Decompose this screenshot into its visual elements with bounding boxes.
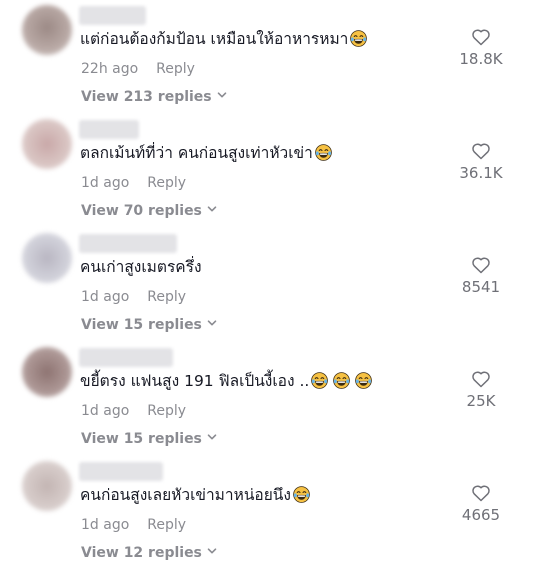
- grinning-tears-emoji: [311, 372, 329, 389]
- grinning-tears-emoji: [350, 30, 368, 47]
- chevron-down-icon: [207, 434, 217, 440]
- comment-text-label: คนก่อนสูงเลยหัวเข่ามาหน่อยนึง: [80, 486, 291, 504]
- chevron-down-icon: [217, 92, 226, 98]
- comment-text-label: คนเก่าสูงเมตรครึ่ง: [80, 258, 202, 276]
- view-replies-label: View 12 replies: [81, 545, 202, 561]
- reply-button[interactable]: Reply: [147, 403, 186, 419]
- like-count: 4665: [461, 506, 501, 524]
- reply-button[interactable]: Reply: [147, 517, 186, 533]
- comment-meta: 1d ago Reply: [81, 174, 186, 192]
- grinning-tears-emoji: [315, 144, 332, 161]
- comment-time: 22h ago: [81, 61, 139, 77]
- comment-item: คนก่อนสูงเลยหัวเข่ามาหน่อยนึง 1d ago Repl…: [0, 456, 533, 570]
- comment-time: 1d ago: [81, 289, 130, 305]
- reply-button[interactable]: Reply: [147, 289, 186, 305]
- comment-time: 1d ago: [81, 175, 130, 191]
- comment-text: คนก่อนสูงเลยหัวเข่ามาหน่อยนึง: [80, 485, 310, 505]
- grinning-tears-emoji: [333, 372, 351, 389]
- username[interactable]: [79, 348, 173, 367]
- like-area: 8541: [451, 256, 511, 296]
- comment-time: 1d ago: [81, 517, 130, 533]
- avatar[interactable]: [22, 5, 72, 55]
- comment-meta: 1d ago Reply: [81, 288, 186, 306]
- grinning-tears-emoji: [355, 372, 373, 389]
- view-replies-button[interactable]: View 12 replies: [81, 544, 217, 562]
- view-replies-button[interactable]: View 15 replies: [81, 316, 217, 334]
- comment-text-label: แต่ก่อนต้องก้มป้อน เหมือนให้อาหารหมา: [80, 30, 349, 48]
- comment-text: ตลกเม้นท์ที่ว่า คนก่อนสูงเท่าหัวเข่า: [80, 143, 332, 163]
- chevron-down-icon: [207, 548, 217, 554]
- avatar[interactable]: [22, 461, 72, 511]
- comment-meta: 1d ago Reply: [81, 516, 186, 534]
- comment-text: ขยี้ตรง แฟนสูง 191 ฟิลเป็นงี้เอง ..: [80, 371, 373, 391]
- view-replies-label: View 70 replies: [81, 203, 202, 219]
- chevron-down-icon: [207, 320, 217, 326]
- reply-button[interactable]: Reply: [156, 61, 195, 77]
- like-area: 4665: [451, 484, 511, 524]
- username[interactable]: [79, 234, 177, 253]
- like-count: 25K: [466, 392, 496, 410]
- username[interactable]: [79, 120, 139, 139]
- comment-item: ขยี้ตรง แฟนสูง 191 ฟิลเป็นงี้เอง .. 1d a…: [0, 342, 533, 456]
- view-replies-button[interactable]: View 213 replies: [81, 88, 227, 106]
- username[interactable]: [79, 6, 146, 25]
- like-area: 25K: [451, 370, 511, 410]
- comment-time: 1d ago: [81, 403, 130, 419]
- heart-icon[interactable]: [471, 370, 491, 388]
- grinning-tears-emoji: [293, 486, 310, 503]
- heart-icon[interactable]: [471, 142, 491, 160]
- heart-icon[interactable]: [471, 256, 491, 274]
- view-replies-label: View 15 replies: [81, 317, 202, 333]
- avatar[interactable]: [22, 233, 72, 283]
- view-replies-label: View 15 replies: [81, 431, 202, 447]
- comment-meta: 1d ago Reply: [81, 402, 186, 420]
- heart-icon[interactable]: [471, 28, 491, 46]
- avatar[interactable]: [22, 119, 72, 169]
- comment-text-label: ตลกเม้นท์ที่ว่า คนก่อนสูงเท่าหัวเข่า: [80, 144, 313, 162]
- avatar[interactable]: [22, 347, 72, 397]
- view-replies-label: View 213 replies: [81, 89, 212, 105]
- view-replies-button[interactable]: View 70 replies: [81, 202, 217, 220]
- like-count: 18.8K: [459, 50, 503, 68]
- like-count: 36.1K: [459, 164, 503, 182]
- comment-text-label: ขยี้ตรง แฟนสูง 191 ฟิลเป็นงี้เอง ..: [80, 372, 310, 390]
- reply-button[interactable]: Reply: [147, 175, 186, 191]
- comment-text: แต่ก่อนต้องก้มป้อน เหมือนให้อาหารหมา: [80, 29, 368, 49]
- comment-item: ตลกเม้นท์ที่ว่า คนก่อนสูงเท่าหัวเข่า 1d …: [0, 114, 533, 228]
- comment-item: แต่ก่อนต้องก้มป้อน เหมือนให้อาหารหมา 22h…: [0, 0, 533, 114]
- comment-item: คนเก่าสูงเมตรครึ่ง 1d ago Reply View 15 r…: [0, 228, 533, 342]
- chevron-down-icon: [207, 206, 217, 212]
- username[interactable]: [79, 462, 163, 481]
- heart-icon[interactable]: [471, 484, 491, 502]
- comment-meta: 22h ago Reply: [81, 60, 195, 78]
- like-count: 8541: [461, 278, 501, 296]
- like-area: 36.1K: [451, 142, 511, 182]
- comment-text: คนเก่าสูงเมตรครึ่ง: [80, 257, 202, 277]
- like-area: 18.8K: [451, 28, 511, 68]
- view-replies-button[interactable]: View 15 replies: [81, 430, 217, 448]
